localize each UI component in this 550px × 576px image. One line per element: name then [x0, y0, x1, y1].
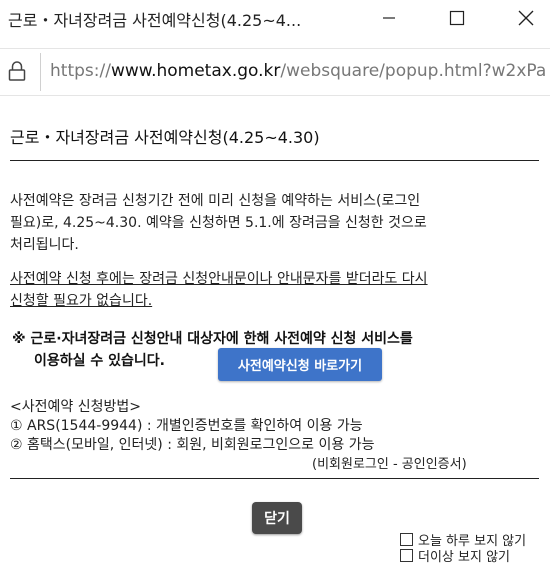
maximize-button[interactable] [434, 0, 480, 36]
bottom-divider [10, 478, 539, 479]
url-path: /websquare/popup.html?w2xPa [280, 61, 547, 81]
no-reapply-line-1: 사전예약 신청 후에는 장려금 신청안내문이나 안내문자를 받더라도 다시 [10, 271, 428, 287]
lock-icon [8, 61, 26, 81]
address-separator [40, 53, 41, 91]
popup-title: 근로・자녀장려금 사전예약신청(4.25~4.30) [10, 128, 320, 147]
minimize-icon [383, 17, 395, 19]
window-title: 근로・자녀장려금 사전예약신청(4.25~4... [8, 11, 302, 30]
no-reapply-notice: 사전예약 신청 후에는 장려금 신청안내문이나 안내문자를 받더라도 다시 신청… [10, 268, 428, 312]
intro-line-2: 필요)로, 4.25~4.30. 예약을 신청하면 5.1.에 장려금을 신청한… [10, 215, 427, 231]
dont-show-again-option[interactable]: 더이상 보지 않기 [400, 546, 510, 565]
close-popup-button[interactable]: 닫기 [252, 502, 302, 534]
intro-line-1: 사전예약은 장려금 신청기간 전에 미리 신청을 예약하는 서비스(로그인 [10, 193, 421, 209]
address-bar: https://www.hometax.go.kr/websquare/popu… [0, 48, 550, 96]
url-scheme: https:// [50, 61, 111, 81]
intro-line-3: 처리됩니다. [10, 237, 79, 253]
minimize-button[interactable] [366, 0, 412, 36]
url-field[interactable]: https://www.hometax.go.kr/websquare/popu… [50, 61, 546, 81]
close-window-button[interactable] [503, 0, 549, 36]
method-hometax-note: (비회원로그인 - 공인인증서) [312, 457, 467, 472]
url-host: www.hometax.go.kr [110, 61, 281, 81]
dont-show-again-checkbox[interactable] [400, 549, 413, 562]
method-heading: <사전예약 신청방법> [10, 399, 141, 415]
eligibility-line-1: ※ 근로·자녀장려금 신청안내 대상자에 한해 사전예약 신청 서비스를 [12, 331, 413, 347]
method-ars: ① ARS(1544-9944) : 개별인증번호를 확인하여 이용 가능 [10, 418, 363, 434]
close-icon [518, 10, 534, 26]
application-method: <사전예약 신청방법> ① ARS(1544-9944) : 개별인증번호를 확… [10, 398, 374, 455]
intro-text: 사전예약은 장려금 신청기간 전에 미리 신청을 예약하는 서비스(로그인 필요… [10, 190, 427, 256]
dont-show-again-label: 더이상 보지 않기 [418, 550, 510, 565]
goto-reservation-button[interactable]: 사전예약신청 바로가기 [218, 348, 382, 381]
window-titlebar: 근로・자녀장려금 사전예약신청(4.25~4... [0, 0, 550, 36]
maximize-icon [449, 10, 465, 26]
title-divider [10, 160, 539, 161]
no-reapply-line-2: 신청할 필요가 없습니다. [10, 293, 153, 309]
dont-show-today-checkbox[interactable] [400, 533, 413, 546]
